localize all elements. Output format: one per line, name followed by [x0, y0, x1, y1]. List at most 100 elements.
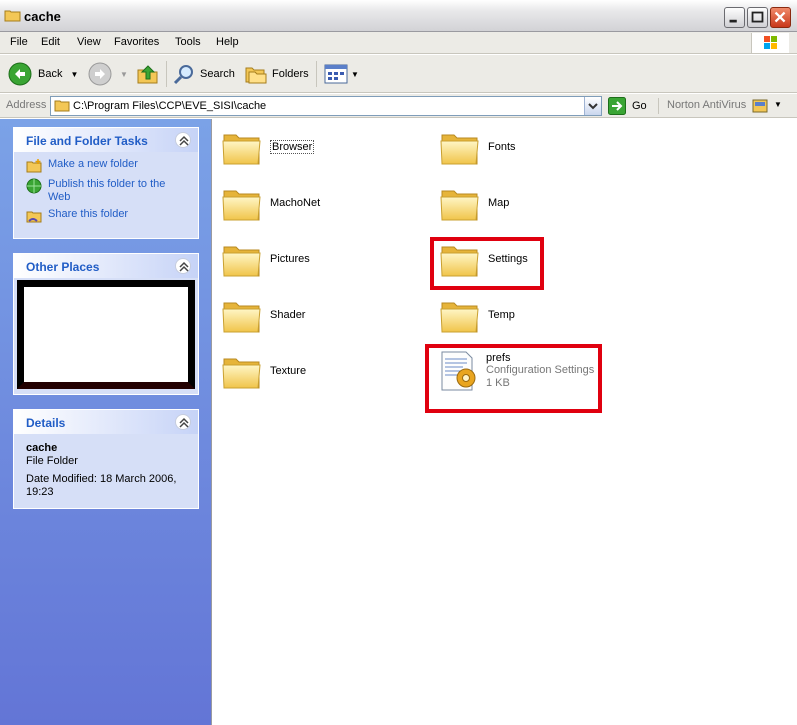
title-bar[interactable]: cache [0, 0, 797, 32]
share-folder-link[interactable]: Share this folder [26, 208, 188, 224]
menu-tools[interactable]: Tools [175, 36, 201, 48]
back-arrow-icon [8, 62, 32, 86]
window-title: cache [24, 9, 61, 24]
norton-icon[interactable] [752, 98, 768, 114]
folder-icon [54, 100, 70, 112]
panel-header[interactable]: File and Folder Tasks [14, 128, 198, 152]
folder-texture[interactable]: Texture [222, 351, 306, 391]
folder-browser[interactable]: Browser [222, 127, 315, 167]
minimize-icon [729, 19, 737, 23]
maximize-button[interactable] [747, 7, 768, 28]
details-type: File Folder [26, 455, 78, 467]
address-path: C:\Program Files\CCP\EVE_SISI\cache [73, 100, 267, 112]
highlight-box-settings [430, 237, 544, 290]
chevron-up-icon [179, 261, 189, 272]
up-folder-icon [137, 65, 158, 84]
task-label: Make a new folder [48, 158, 138, 170]
minimize-button[interactable] [724, 7, 745, 28]
go-button[interactable]: Go [608, 97, 647, 115]
file-list-view[interactable]: Browser MachoNet Pictures Shader Texture… [211, 119, 797, 725]
details-modified: Date Modified: 18 March 2006, 19:23 [26, 473, 177, 498]
folder-icon [440, 295, 480, 335]
details-panel: Details cache File Folder Date Modified:… [13, 409, 199, 509]
folder-map[interactable]: Map [440, 183, 509, 223]
folder-label: Temp [488, 309, 515, 321]
folder-label: Texture [270, 365, 307, 377]
panel-header[interactable]: Details [14, 410, 198, 434]
forward-button[interactable]: ▼ [88, 61, 128, 87]
task-pane: File and Folder Tasks Make a new folder … [0, 119, 211, 725]
other-places-panel: Other Places [13, 253, 199, 395]
folder-fonts[interactable]: Fonts [440, 127, 516, 167]
panel-title: File and Folder Tasks [26, 134, 148, 148]
collapse-button[interactable] [175, 132, 191, 148]
menu-view[interactable]: View [77, 36, 101, 48]
collapse-button[interactable] [175, 258, 191, 274]
collapse-button[interactable] [175, 414, 191, 430]
folder-icon [222, 239, 262, 279]
close-button[interactable] [770, 7, 791, 28]
address-dropdown[interactable] [584, 97, 601, 115]
chevron-up-icon [179, 417, 189, 428]
folder-label: Browser [270, 140, 315, 154]
menu-bar: File Edit View Favorites Tools Help [0, 32, 797, 54]
folder-temp[interactable]: Temp [440, 295, 515, 335]
task-label: Publish this folder to the Web [48, 178, 166, 203]
toolbar: Back ▼ ▼ Search Folders ▼ [0, 55, 797, 93]
folder-icon [4, 10, 21, 22]
search-icon [173, 65, 193, 85]
chevron-down-icon [588, 103, 598, 110]
close-icon [774, 11, 786, 23]
address-input[interactable]: C:\Program Files\CCP\EVE_SISI\cache [50, 96, 602, 116]
go-label: Go [632, 100, 647, 112]
norton-antivirus-label[interactable]: Norton AntiVirus [658, 98, 746, 114]
folder-label: Shader [270, 309, 306, 321]
folders-icon [245, 67, 267, 84]
make-new-folder-link[interactable]: Make a new folder [26, 158, 188, 174]
publish-folder-link[interactable]: Publish this folder to the Web [26, 178, 188, 204]
folder-pictures[interactable]: Pictures [222, 239, 310, 279]
folder-icon [222, 127, 262, 167]
maximize-icon [751, 11, 764, 23]
folder-label: Map [488, 197, 510, 209]
folder-icon [222, 183, 262, 223]
new-folder-icon [26, 159, 42, 173]
globe-icon [26, 178, 42, 194]
share-folder-icon [26, 211, 42, 223]
folder-machonet[interactable]: MachoNet [222, 183, 320, 223]
folder-icon [440, 127, 480, 167]
address-label: Address [6, 99, 47, 111]
details-name: cache [26, 442, 58, 454]
chevron-up-icon [179, 135, 189, 146]
up-folder-button[interactable] [136, 61, 160, 87]
folders-label: Folders [272, 68, 309, 80]
panel-title: Other Places [26, 260, 100, 274]
folder-label: Fonts [488, 141, 516, 153]
panel-header[interactable]: Other Places [14, 254, 198, 278]
back-label: Back [38, 68, 63, 80]
folder-icon [440, 183, 480, 223]
go-arrow-icon [608, 97, 626, 115]
chevron-down-icon: ▼ [351, 69, 359, 79]
menu-help[interactable]: Help [216, 36, 239, 48]
menu-favorites[interactable]: Favorites [114, 36, 159, 48]
address-bar: Address C:\Program Files\CCP\EVE_SISI\ca… [0, 94, 797, 118]
folder-shader[interactable]: Shader [222, 295, 305, 335]
task-label: Share this folder [48, 208, 129, 220]
folder-label: MachoNet [270, 197, 321, 209]
views-button[interactable]: ▼ [324, 61, 359, 87]
back-button[interactable]: Back ▼ [8, 61, 78, 87]
folder-icon [222, 351, 262, 391]
folders-button[interactable]: Folders [244, 61, 309, 87]
chevron-down-icon[interactable]: ▼ [120, 70, 128, 79]
windows-logo-icon [751, 33, 789, 53]
forward-arrow-icon [88, 62, 112, 86]
chevron-down-icon[interactable]: ▼ [774, 100, 782, 109]
menu-file[interactable]: File [10, 36, 28, 48]
panel-title: Details [26, 416, 66, 430]
search-label: Search [200, 68, 235, 80]
folder-label: Pictures [270, 253, 310, 265]
chevron-down-icon[interactable]: ▼ [70, 70, 78, 79]
search-button[interactable]: Search [172, 61, 235, 87]
menu-edit[interactable]: Edit [41, 36, 60, 48]
